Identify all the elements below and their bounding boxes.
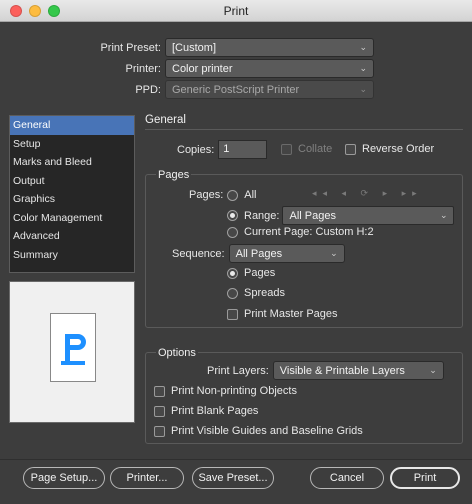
sequence-value: All Pages: [235, 247, 283, 260]
footer-divider: [0, 459, 472, 460]
reverse-order-checkbox: [345, 143, 356, 155]
spreads-option-radio[interactable]: [227, 287, 238, 299]
ppd-select: Generic PostScript Printer ⌄: [165, 80, 374, 99]
sidebar-item-summary[interactable]: Summary: [10, 246, 134, 265]
pages-option-radio[interactable]: [227, 267, 238, 279]
printer-value: Color printer: [172, 62, 233, 75]
non-printing-label: Print Non-printing Objects: [171, 385, 297, 397]
spreads-option-row[interactable]: Spreads: [227, 287, 285, 299]
print-preset-value: [Custom]: [172, 41, 217, 54]
copies-label: Copies:: [177, 143, 215, 156]
print-layers-row: Print Layers: Visible & Printable Layers…: [207, 361, 444, 380]
range-combo[interactable]: All Pages ⌄: [282, 206, 455, 225]
chevron-down-icon: ⌄: [429, 365, 437, 375]
pages-option-label: Pages: [244, 267, 276, 279]
print-button[interactable]: Print: [390, 467, 460, 489]
range-label: Range:: [244, 209, 280, 222]
print-layers-value: Visible & Printable Layers: [279, 364, 405, 377]
blank-pages-row[interactable]: Print Blank Pages: [154, 405, 258, 417]
print-layers-select[interactable]: Visible & Printable Layers ⌄: [272, 361, 444, 380]
blank-pages-label: Print Blank Pages: [171, 405, 259, 417]
page-navigation-icons: ◂◂ ◂ ⟳ ▸ ▸▸: [312, 188, 423, 198]
sequence-label: Sequence:: [172, 247, 225, 260]
current-page-label: Current Page: Custom H:2: [244, 226, 374, 238]
printer-button[interactable]: Printer...: [110, 467, 184, 489]
title-bar: Print: [0, 0, 472, 22]
chevron-down-icon: ⌄: [359, 63, 367, 73]
pages-label: Pages:: [189, 189, 224, 201]
printer-label: Printer:: [125, 62, 161, 75]
all-label: All: [244, 189, 257, 201]
non-printing-checkbox: [154, 385, 165, 397]
non-printing-row[interactable]: Print Non-printing Objects: [154, 385, 297, 397]
print-layers-label: Print Layers:: [207, 364, 269, 377]
range-row: Range: All Pages ⌄: [227, 206, 455, 225]
preview-page: [50, 313, 96, 382]
zoom-window-icon[interactable]: [48, 5, 60, 17]
printer-select[interactable]: Color printer ⌄: [165, 59, 374, 78]
print-master-pages-checkbox: [227, 308, 238, 320]
chevron-down-icon: ⌄: [359, 42, 367, 52]
category-list: General Setup Marks and Bleed Output Gra…: [9, 115, 135, 273]
guides-grids-row[interactable]: Print Visible Guides and Baseline Grids: [154, 425, 363, 437]
sidebar-item-output[interactable]: Output: [10, 172, 134, 191]
print-preset-select[interactable]: [Custom] ⌄: [165, 38, 374, 57]
page-setup-button[interactable]: Page Setup...: [23, 467, 105, 489]
sidebar-item-marks-and-bleed[interactable]: Marks and Bleed: [10, 153, 134, 172]
ppd-row: PPD: Generic PostScript Printer ⌄: [0, 80, 374, 99]
sequence-select[interactable]: All Pages ⌄: [228, 244, 345, 263]
print-preset-row: Print Preset: [Custom] ⌄: [0, 38, 374, 57]
chevron-down-icon: ⌄: [439, 210, 448, 220]
general-divider: [145, 129, 463, 130]
current-page-radio[interactable]: [227, 226, 238, 238]
close-window-icon[interactable]: [10, 5, 22, 17]
reverse-order-checkbox-row[interactable]: Reverse Order: [345, 143, 434, 155]
minimize-window-icon[interactable]: [29, 5, 41, 17]
collate-checkbox: [281, 143, 292, 155]
chevron-down-icon: ⌄: [359, 84, 367, 94]
range-radio[interactable]: [227, 210, 238, 221]
sidebar-item-graphics[interactable]: Graphics: [10, 190, 134, 209]
ppd-value: Generic PostScript Printer: [172, 83, 300, 96]
all-radio[interactable]: [227, 189, 239, 201]
pages-section-title: Pages: [156, 169, 192, 181]
reverse-order-label: Reverse Order: [362, 143, 435, 155]
guides-grids-checkbox: [154, 425, 165, 437]
spreads-option-label: Spreads: [244, 287, 285, 299]
pages-all-row: Pages: All: [189, 189, 256, 201]
copies-input[interactable]: 1: [218, 140, 268, 159]
sidebar-item-advanced[interactable]: Advanced: [10, 227, 134, 246]
options-section-title: Options: [156, 347, 198, 359]
page-preview: [9, 281, 135, 423]
cancel-button[interactable]: Cancel: [310, 467, 384, 489]
collate-label: Collate: [298, 143, 333, 155]
blank-pages-checkbox: [154, 405, 165, 417]
sequence-row: Sequence: All Pages ⌄: [172, 244, 345, 263]
window-controls: [10, 5, 60, 17]
sidebar-item-color-management[interactable]: Color Management: [10, 209, 134, 228]
print-master-pages-row[interactable]: Print Master Pages: [227, 308, 338, 320]
ppd-label: PPD:: [135, 83, 161, 96]
sidebar-item-setup[interactable]: Setup: [10, 135, 134, 154]
collate-checkbox-row[interactable]: Collate: [281, 143, 332, 155]
guides-grids-label: Print Visible Guides and Baseline Grids: [171, 425, 363, 437]
chevron-down-icon: ⌄: [330, 248, 338, 258]
save-preset-button[interactable]: Save Preset...: [192, 467, 274, 489]
copies-row: Copies: 1: [177, 140, 268, 159]
printer-row: Printer: Color printer ⌄: [0, 59, 374, 78]
pages-option-row[interactable]: Pages: [227, 267, 275, 279]
range-value: All Pages: [289, 209, 336, 222]
print-master-pages-label: Print Master Pages: [244, 308, 338, 320]
sidebar-item-general[interactable]: General: [10, 116, 134, 135]
print-preset-label: Print Preset:: [100, 41, 161, 54]
current-page-row[interactable]: Current Page: Custom H:2: [227, 226, 374, 238]
general-section-title: General: [145, 114, 186, 126]
preview-glyph-icon: [61, 334, 86, 365]
window-title: Print: [223, 4, 249, 18]
